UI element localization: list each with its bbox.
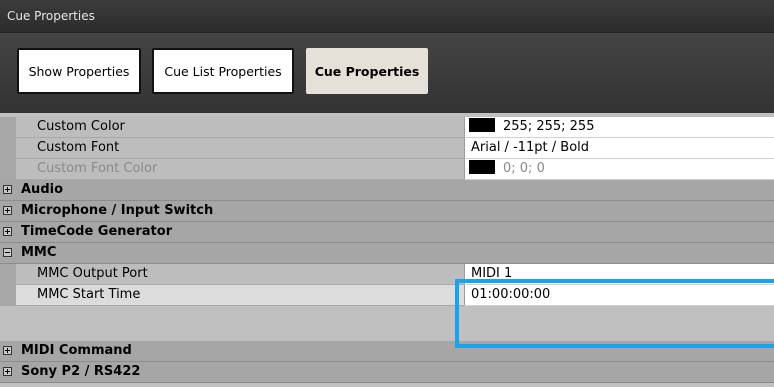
expand-icon[interactable] [3, 227, 12, 236]
property-value-text: 0; 0; 0 [503, 161, 545, 176]
tab-cue-properties[interactable]: Cue Properties [306, 48, 428, 94]
property-grid: Custom Color 255; 255; 255 Custom Font A… [0, 113, 774, 387]
category-label: TimeCode Generator [21, 224, 173, 239]
category-mmc[interactable]: MMC [0, 243, 774, 264]
property-name: Custom Font [16, 138, 464, 159]
property-value-mmc-output-port[interactable]: MIDI 1 [464, 264, 774, 285]
property-row-custom-font-color[interactable]: Custom Font Color 0; 0; 0 [0, 159, 774, 180]
category-label: Audio [21, 182, 64, 197]
property-name: Custom Font Color [16, 159, 464, 180]
property-name: Custom Color [16, 117, 464, 138]
category-sony-p2-rs422[interactable]: Sony P2 / RS422 [0, 362, 774, 383]
category-label: MMC [21, 245, 57, 260]
category-label: Microphone / Input Switch [21, 203, 214, 218]
property-value-custom-font-color[interactable]: 0; 0; 0 [464, 159, 774, 180]
expand-icon[interactable] [3, 206, 12, 215]
property-value-custom-color[interactable]: 255; 255; 255 [464, 117, 774, 138]
window-title: Cue Properties [7, 9, 95, 23]
window-titlebar: Cue Properties [0, 0, 774, 33]
category-label: MIDI Command [21, 343, 132, 358]
property-name: MMC Output Port [16, 264, 464, 285]
expand-icon[interactable] [3, 346, 12, 355]
property-value-mmc-start-time[interactable]: 01:00:00:00 [464, 285, 774, 306]
category-label: Sony P2 / RS422 [21, 364, 141, 379]
property-value-text: 255; 255; 255 [503, 119, 595, 134]
color-swatch [469, 160, 495, 174]
tab-show-properties[interactable]: Show Properties [17, 48, 141, 94]
property-row-mmc-output-port[interactable]: MMC Output Port MIDI 1 [0, 264, 774, 285]
property-row-custom-font[interactable]: Custom Font Arial / -11pt / Bold [0, 138, 774, 159]
property-row-mmc-start-time[interactable]: MMC Start Time 01:00:00:00 [0, 285, 774, 306]
category-microphone-input-switch[interactable]: Microphone / Input Switch [0, 201, 774, 222]
collapse-icon[interactable] [3, 248, 12, 257]
category-audio[interactable]: Audio [0, 180, 774, 201]
property-value-custom-font[interactable]: Arial / -11pt / Bold [464, 138, 774, 159]
property-row-custom-color[interactable]: Custom Color 255; 255; 255 [0, 117, 774, 138]
property-name: MMC Start Time [16, 285, 464, 306]
tab-toolbar: Show Properties Cue List Properties Cue … [0, 33, 774, 113]
color-swatch [469, 118, 495, 132]
tab-cue-list-properties[interactable]: Cue List Properties [152, 48, 294, 94]
category-midi-command[interactable]: MIDI Command [0, 341, 774, 362]
expand-icon[interactable] [3, 185, 12, 194]
category-timecode-generator[interactable]: TimeCode Generator [0, 222, 774, 243]
expand-icon[interactable] [3, 367, 12, 376]
